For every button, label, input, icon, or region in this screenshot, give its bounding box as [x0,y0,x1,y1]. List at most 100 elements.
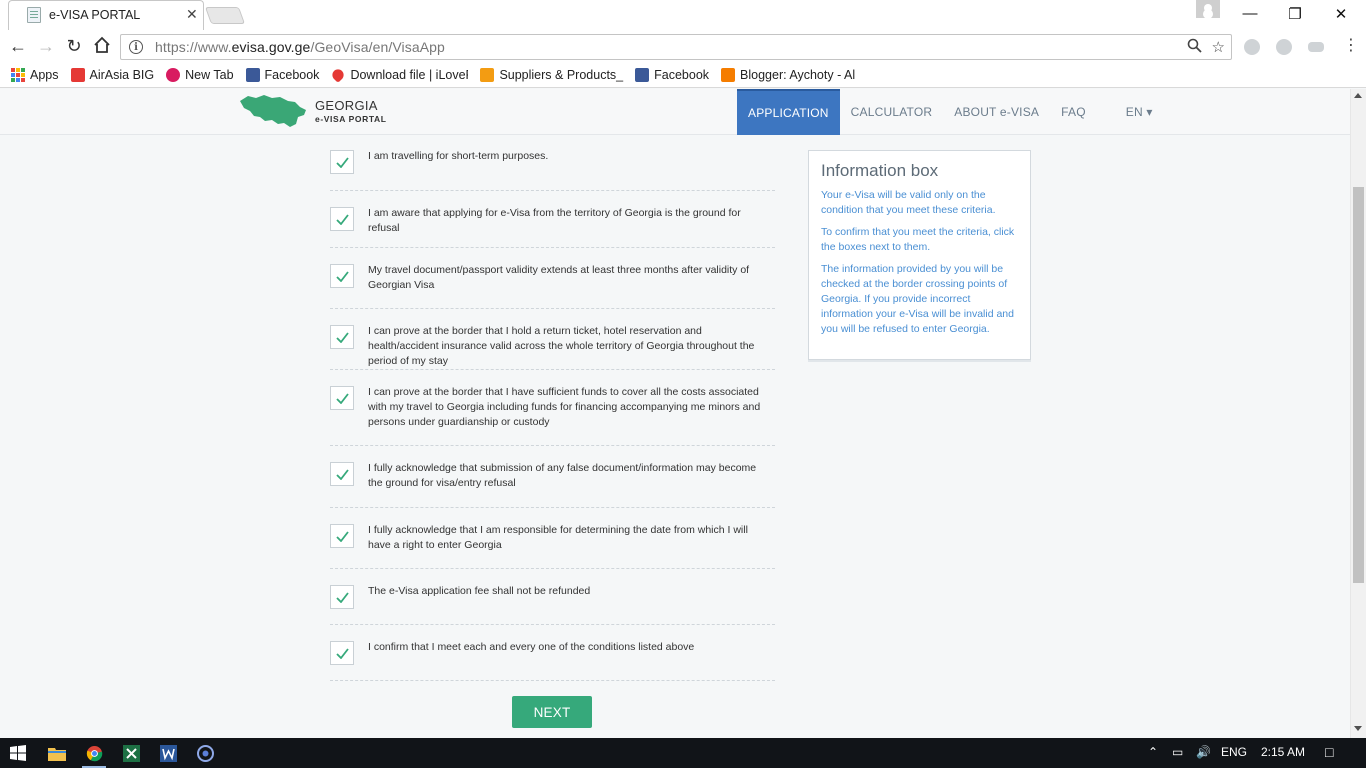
page-content: I am travelling for short-term purposes.… [0,135,1350,738]
criteria-item: I can prove at the border that I have su… [330,370,775,446]
minimize-icon[interactable]: — [1240,5,1260,22]
chrome-menu-icon[interactable]: ⋮ [1343,36,1359,56]
nav-about-evisa[interactable]: ABOUT e-VISA [943,89,1050,135]
windows-taskbar: ⌃ ▭ 🔊 ENG 2:15 AM □ [0,738,1366,768]
volume-icon[interactable]: 🔊 [1196,745,1211,759]
chrome-taskbar-icon[interactable] [82,742,106,768]
extension-icon[interactable] [1276,39,1292,55]
main-nav: APPLICATION CALCULATOR ABOUT e-VISA FAQ … [737,89,1164,135]
info-paragraph: Your e-Visa will be valid only on the co… [821,189,996,216]
forward-arrow-icon[interactable]: → [35,36,57,56]
home-icon[interactable] [91,36,113,58]
criteria-text: I fully acknowledge that submission of a… [368,462,757,489]
criteria-text: The e-Visa application fee shall not be … [368,585,591,597]
facebook-icon [635,68,650,82]
bookmark-item[interactable]: Suppliers & Products_ [480,68,623,82]
battery-icon[interactable]: ▭ [1172,745,1183,759]
excel-icon[interactable] [119,742,143,764]
bookmark-item[interactable]: Download file | iLoveP [330,67,468,83]
address-bar[interactable]: i https://www.evisa.gov.ge/GeoVisa/en/Vi… [120,34,1232,60]
bookmark-label: Suppliers & Products_ [499,68,624,82]
checkmark-icon [335,647,349,659]
criteria-item: My travel document/passport validity ext… [330,248,775,309]
bookmark-item[interactable]: Apps [11,68,59,82]
criteria-item: The e-Visa application fee shall not be … [330,569,775,625]
bookmark-item[interactable]: Blogger: Aychoty - All [721,68,855,82]
nav-application[interactable]: APPLICATION [737,89,840,135]
checkmark-icon [335,392,349,404]
bookmark-star-icon[interactable]: ☆ [1212,38,1225,57]
criteria-checkbox[interactable] [330,150,354,174]
close-window-icon[interactable]: ✕ [1331,5,1351,23]
cloud-extension-icon[interactable] [1308,42,1324,52]
criteria-checkbox[interactable] [330,386,354,410]
tab-strip: e-VISA PORTAL ✕ — ❐ ✕ [0,0,1366,30]
info-paragraph: To confirm that you meet the criteria, c… [821,226,1015,253]
site-info-icon[interactable]: i [129,40,143,54]
bookmark-label: Blogger: Aychoty - All [740,68,856,82]
scroll-thumb[interactable] [1353,187,1364,583]
checkmark-icon [335,213,349,225]
facebook-icon [245,68,260,82]
criteria-text: I am travelling for short-term purposes. [368,150,549,162]
page-favicon-icon [27,7,41,23]
information-box: Information box Your e-Visa will be vali… [808,150,1031,360]
blogger-icon [721,68,736,82]
criteria-item: I fully acknowledge that I am responsibl… [330,508,775,569]
input-language[interactable]: ENG [1221,745,1247,759]
tab-close-icon[interactable]: ✕ [186,6,198,23]
criteria-text: I am aware that applying for e-Visa from… [368,207,741,234]
skype-extension-icon[interactable] [1244,39,1260,55]
georgia-map-logo-icon[interactable] [238,93,308,129]
bookmark-label: Facebook [264,68,320,82]
criteria-checkbox[interactable] [330,641,354,665]
language-selector[interactable]: EN ▾ [1115,89,1164,135]
criteria-list: I am travelling for short-term purposes.… [330,135,775,681]
reload-icon[interactable]: ↻ [63,36,85,56]
zoom-search-icon[interactable] [1187,38,1202,57]
criteria-text: My travel document/passport validity ext… [368,264,750,291]
back-arrow-icon[interactable]: ← [7,36,29,56]
criteria-checkbox[interactable] [330,585,354,609]
nav-calculator[interactable]: CALCULATOR [840,89,944,135]
app-taskbar-icon[interactable] [193,742,217,764]
scroll-up-arrow-icon[interactable] [1354,93,1362,98]
file-explorer-icon[interactable] [45,742,69,764]
site-logo[interactable]: GEORGIA e-VISA PORTAL [315,98,387,124]
criteria-checkbox[interactable] [330,524,354,548]
info-box-title: Information box [821,161,939,180]
criteria-text: I confirm that I meet each and every one… [368,641,695,653]
bookmarks-bar: Apps AirAsia BIG New Tab Facebook Download f… [0,63,1366,88]
bookmark-label: Apps [30,68,59,82]
criteria-item: I can prove at the border that I hold a … [330,309,775,370]
criteria-checkbox[interactable] [330,462,354,486]
new-tab-button[interactable] [204,7,246,24]
checkmark-icon [335,530,349,542]
clock[interactable]: 2:15 AM [1261,745,1305,759]
criteria-checkbox[interactable] [330,325,354,349]
page-scrollbar[interactable] [1350,89,1366,738]
criteria-checkbox[interactable] [330,207,354,231]
next-button[interactable]: NEXT [512,696,592,728]
checkmark-icon [335,591,349,603]
bookmark-item[interactable]: New Tab [166,68,234,82]
criteria-item: I fully acknowledge that submission of a… [330,446,775,508]
nav-faq[interactable]: FAQ [1050,89,1097,135]
windows-start-icon[interactable] [6,742,30,764]
tray-chevron-icon[interactable]: ⌃ [1148,745,1158,759]
suppliers-icon [480,68,495,82]
word-icon[interactable] [156,742,180,764]
checkmark-icon [335,156,349,168]
criteria-text: I can prove at the border that I have su… [368,386,761,428]
bookmark-item[interactable]: Facebook [245,68,320,82]
bookmark-item[interactable]: Facebook [635,68,709,82]
restore-icon[interactable]: ❐ [1285,5,1305,23]
browser-tab[interactable]: e-VISA PORTAL ✕ [8,0,204,30]
bookmark-item[interactable]: AirAsia BIG [70,68,154,82]
profile-avatar-icon[interactable] [1196,0,1220,18]
logo-subtitle: e-VISA PORTAL [315,114,387,124]
notification-center-icon[interactable]: □ [1325,744,1333,760]
criteria-checkbox[interactable] [330,264,354,288]
checkmark-icon [335,331,349,343]
scroll-down-arrow-icon[interactable] [1354,726,1362,731]
